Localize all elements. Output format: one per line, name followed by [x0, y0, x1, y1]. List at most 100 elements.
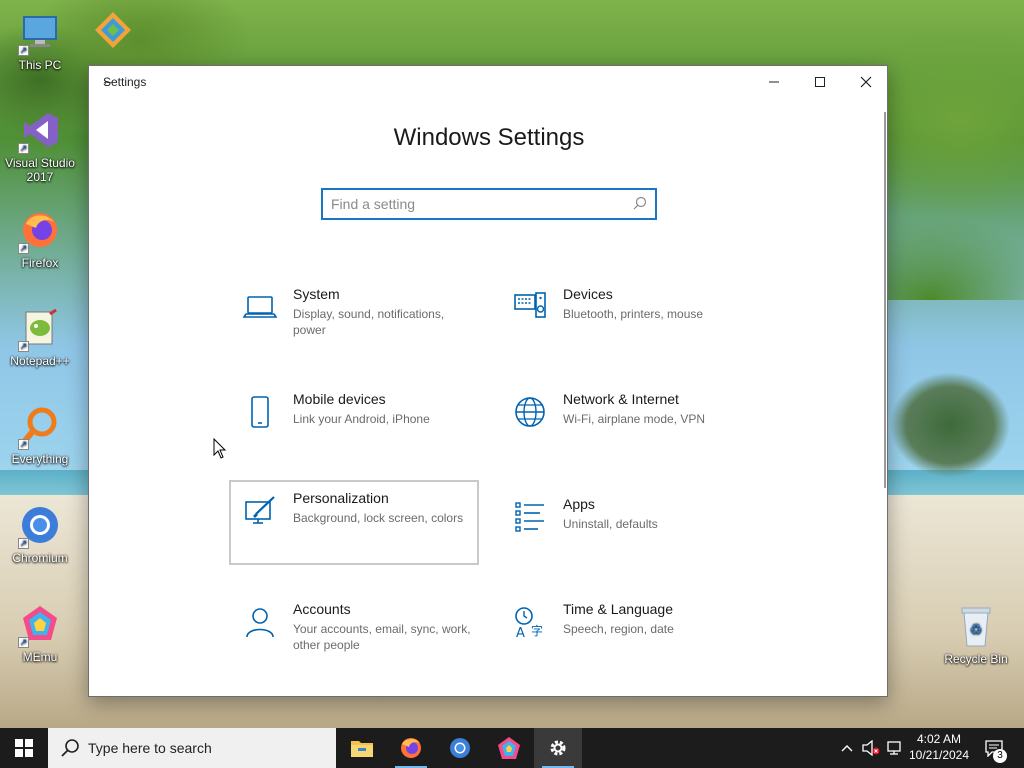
tile-apps[interactable]: Apps Uninstall, defaults [499, 486, 749, 570]
apps-list-icon [515, 502, 544, 532]
tile-title: Devices [563, 286, 613, 302]
desktop-icon-label: Recycle Bin [944, 652, 1008, 666]
desktop-icon-label: MEmu [22, 650, 58, 664]
taskbar-clock[interactable]: 4:02 AM 10/21/2024 [904, 731, 974, 763]
volume-button[interactable] [860, 728, 882, 768]
computer-icon: ↗ [18, 10, 62, 56]
tile-description: Bluetooth, printers, mouse [563, 307, 704, 321]
maximize-button[interactable] [797, 66, 843, 98]
taskbar-app-settings[interactable] [534, 728, 582, 768]
wallpaper-cliff [890, 355, 1024, 485]
recycle-bin-icon: ♻ [956, 604, 996, 648]
svg-text:字: 字 [531, 623, 543, 638]
firefox-icon [401, 738, 421, 758]
memu-icon: ↗ [18, 602, 62, 648]
desktop-icon-label: Visual Studio 2017 [5, 156, 75, 184]
shortcut-arrow-icon: ↗ [18, 243, 29, 254]
network-button[interactable] [884, 728, 906, 768]
tile-title: Time & Language [563, 601, 673, 617]
everything-search-icon: ↗ [18, 404, 62, 450]
page-title: Windows Settings [393, 124, 585, 151]
close-button[interactable] [843, 66, 889, 98]
tile-description: Wi-Fi, airplane mode, VPN [563, 412, 706, 426]
tile-mobile-devices[interactable]: Mobile devices Link your Android, iPhone [229, 381, 479, 465]
tile-network-internet[interactable]: Network & Internet Wi-Fi, airplane mode,… [499, 381, 749, 465]
network-icon [887, 741, 901, 755]
desktop-icon-label: Everything [11, 452, 69, 466]
notepadpp-icon: ↗ [18, 306, 62, 352]
search-input[interactable] [331, 194, 621, 214]
taskbar-app-memu[interactable] [485, 728, 533, 768]
visual-studio-icon: ↗ [18, 108, 62, 154]
chromium-icon [450, 738, 470, 758]
tile-description: Link your Android, iPhone [293, 412, 430, 426]
desktop-icon-label: Notepad++ [10, 354, 70, 368]
desktop-icon-firefox[interactable]: ↗ Firefox [2, 208, 78, 270]
tile-devices[interactable]: Devices Bluetooth, printers, mouse [499, 276, 749, 360]
show-hidden-icons-button[interactable] [838, 728, 856, 768]
maximize-icon [815, 77, 825, 87]
shortcut-arrow-icon: ↗ [18, 637, 29, 648]
settings-search-box[interactable] [321, 188, 657, 220]
tile-title: Network & Internet [563, 391, 679, 407]
clock-time: 4:02 AM [916, 732, 962, 746]
paint-brush-icon [245, 496, 275, 524]
tile-description: Display, sound, notifications, power [293, 307, 445, 337]
person-icon [246, 608, 274, 638]
tile-time-language[interactable]: A字 Time & Language Speech, region, date [499, 591, 749, 675]
taskbar: Type here to search 4:02 AM 10/21/2024 3 [0, 728, 1024, 768]
tile-title: Accounts [293, 601, 351, 617]
close-icon [860, 76, 872, 88]
action-center-button[interactable] [978, 728, 1010, 768]
search-icon [633, 196, 647, 210]
gear-icon [550, 740, 566, 756]
svg-text:♻: ♻ [970, 622, 983, 638]
desktop-icon-chromium[interactable]: ↗ Chromium [2, 503, 78, 565]
desktop-icon-this-pc[interactable]: ↗ This PC [2, 10, 78, 72]
shortcut-arrow-icon: ↗ [18, 439, 29, 450]
start-button[interactable] [0, 728, 48, 768]
taskbar-app-firefox[interactable] [387, 728, 435, 768]
clock-date: 10/21/2024 [908, 748, 970, 762]
tile-accounts[interactable]: Accounts Your accounts, email, sync, wor… [229, 591, 479, 675]
tile-title: System [293, 286, 340, 302]
tile-system[interactable]: System Display, sound, notifications, po… [229, 276, 479, 360]
search-icon [61, 739, 79, 757]
taskbar-app-chromium[interactable] [436, 728, 484, 768]
tile-title: Personalization [293, 490, 389, 506]
minimize-button[interactable] [751, 66, 797, 98]
desktop-icon-label: Chromium [12, 551, 68, 565]
shortcut-arrow-icon: ↗ [18, 45, 29, 56]
desktop-icon-everything[interactable]: ↗ Everything [2, 404, 78, 466]
tile-description: Background, lock screen, colors [293, 511, 464, 525]
tile-description: Your accounts, email, sync, work, other … [293, 622, 471, 652]
minimize-icon [769, 81, 779, 83]
folder-icon [351, 741, 373, 757]
window-title: Settings [103, 75, 147, 89]
settings-window: ← Settings Windows Settings System Displ… [88, 65, 888, 697]
windows-logo-icon [15, 739, 33, 757]
mouse-cursor-icon [213, 438, 227, 459]
time-language-icon: A字 [515, 607, 543, 639]
shortcut-arrow-icon: ↗ [18, 341, 29, 352]
globe-icon [515, 397, 545, 427]
photo-app-icon [91, 8, 135, 52]
desktop-icon-partial[interactable] [78, 8, 148, 56]
title-bar[interactable]: ← Settings [89, 66, 887, 98]
desktop-icon-recycle-bin[interactable]: ♻ Recycle Bin [938, 604, 1014, 666]
tile-personalization[interactable]: Personalization Background, lock screen,… [229, 480, 479, 565]
desktop-icon-notepadpp[interactable]: ↗ Notepad++ [2, 306, 78, 368]
keyboard-speaker-icon [514, 292, 546, 318]
shortcut-arrow-icon: ↗ [18, 143, 29, 154]
tile-description: Speech, region, date [563, 622, 674, 636]
taskbar-search-box[interactable]: Type here to search [48, 728, 336, 768]
volume-muted-icon [862, 740, 880, 756]
desktop-icon-visual-studio[interactable]: ↗ Visual Studio 2017 [2, 108, 78, 184]
tile-description: Uninstall, defaults [563, 517, 658, 531]
memu-icon [498, 737, 520, 759]
scrollbar[interactable] [884, 112, 886, 488]
taskbar-app-file-explorer[interactable] [338, 728, 386, 768]
chromium-icon: ↗ [18, 503, 62, 549]
desktop-icon-label: This PC [18, 58, 62, 72]
desktop-icon-memu[interactable]: ↗ MEmu [2, 602, 78, 664]
